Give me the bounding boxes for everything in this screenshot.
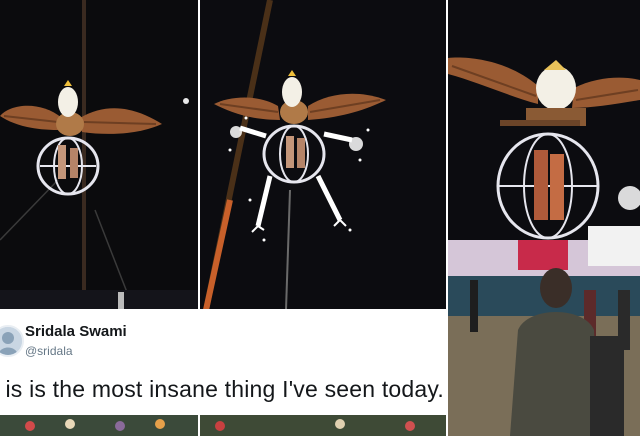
tweet-handle[interactable]: @sridala [25, 344, 73, 358]
tweet-card: Sridala Swami @sridala is is the most in… [0, 309, 448, 415]
tweet-display-name[interactable]: Sridala Swami [25, 323, 127, 340]
eagle-crowd-photo-right [448, 0, 640, 436]
user-avatar-icon [0, 327, 22, 355]
tweet-text: is is the most insane thing I've seen to… [5, 376, 444, 402]
panel-right [448, 0, 640, 436]
avatar[interactable] [0, 325, 24, 357]
